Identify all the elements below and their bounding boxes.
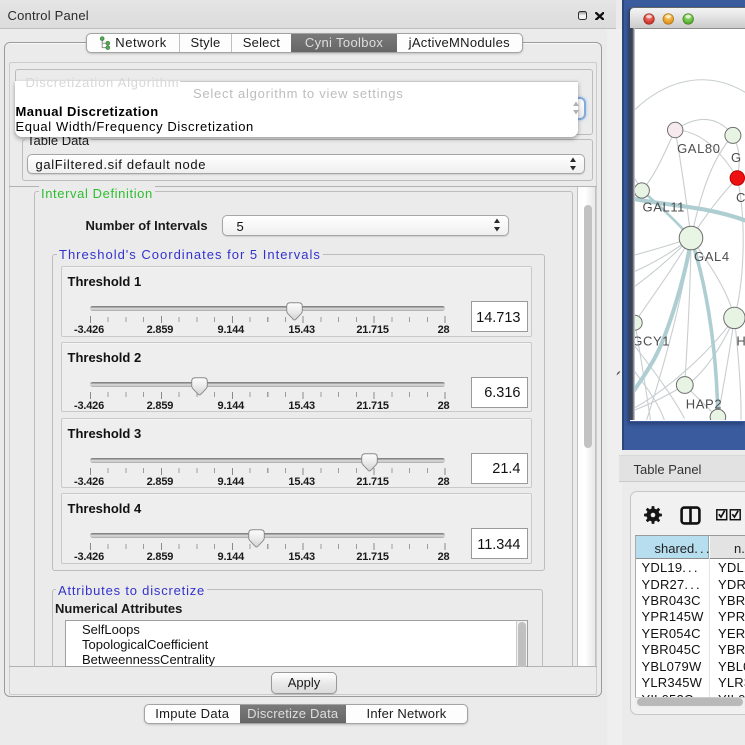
svg-text:G: G: [731, 150, 742, 165]
svg-text:C: C: [736, 190, 745, 205]
svg-text:HAP2: HAP2: [685, 396, 721, 411]
svg-text:GAL4: GAL4: [694, 249, 730, 264]
svg-text:H: H: [736, 333, 745, 348]
svg-text:GCY1: GCY1: [632, 333, 670, 348]
svg-text:GAL11: GAL11: [642, 199, 685, 214]
svg-text:GAL80: GAL80: [677, 141, 720, 156]
